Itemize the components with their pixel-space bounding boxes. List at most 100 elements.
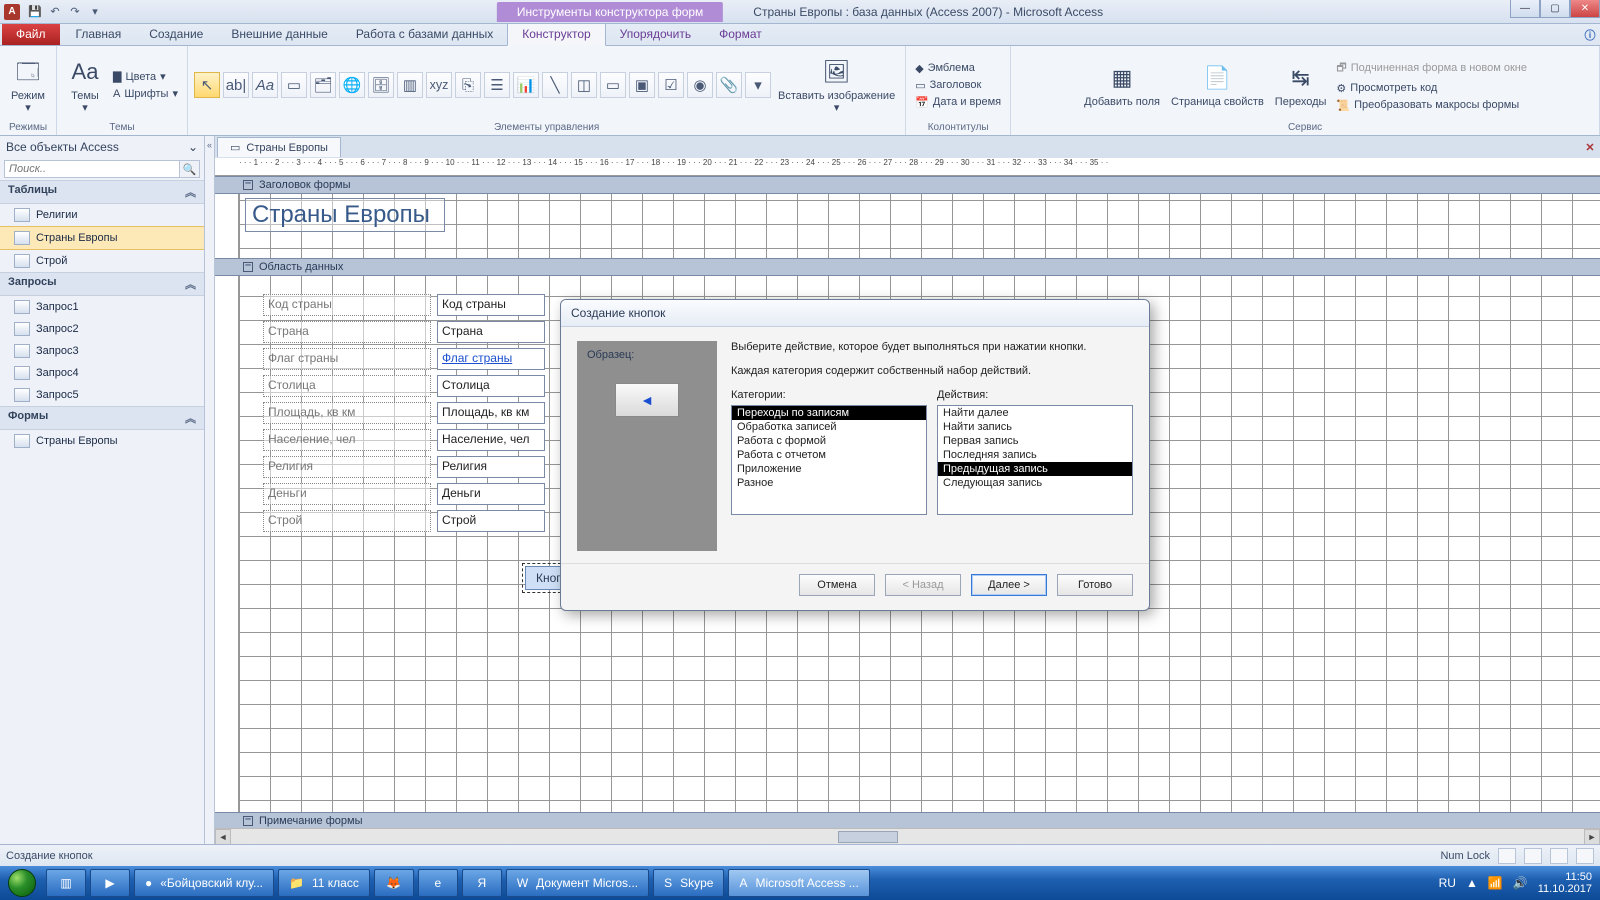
categories-listbox[interactable]: Переходы по записямОбработка записейРабо…	[731, 405, 927, 515]
control-textbox-icon[interactable]: ab|	[223, 72, 249, 98]
view-design-icon[interactable]	[1576, 848, 1594, 864]
control-toggle-icon[interactable]: ◫	[571, 72, 597, 98]
control-select-tool-icon[interactable]: ↖	[194, 72, 220, 98]
list-item[interactable]: Разное	[732, 476, 926, 490]
field-control[interactable]: Страна	[437, 321, 545, 343]
list-item[interactable]: Обработка записей	[732, 420, 926, 434]
button-view-mode[interactable]: 🗔Режим▾	[6, 54, 50, 116]
list-item[interactable]: Переходы по записям	[732, 406, 926, 420]
window-minimize-button[interactable]: —	[1510, 0, 1540, 18]
list-item[interactable]: Найти запись	[938, 420, 1132, 434]
list-item[interactable]: Первая запись	[938, 434, 1132, 448]
button-insert-image[interactable]: 🖼Вставить изображение▾	[774, 54, 899, 116]
taskbar-item[interactable]: AMicrosoft Access ...	[728, 869, 869, 897]
list-item[interactable]: Найти далее	[938, 406, 1132, 420]
button-property-sheet[interactable]: 📄Страница свойств	[1167, 60, 1268, 110]
nav-table-item[interactable]: Строй	[0, 250, 204, 272]
button-colors[interactable]: ▇Цвета ▾	[110, 69, 181, 84]
control-button-icon[interactable]: ▭	[281, 72, 307, 98]
taskbar-item[interactable]: e	[418, 869, 458, 897]
document-tab[interactable]: ▭Страны Европы	[217, 137, 341, 157]
search-input[interactable]	[4, 160, 180, 178]
field-control[interactable]: Население, чел	[437, 429, 545, 451]
taskbar-item[interactable]: WДокумент Micros...	[506, 869, 649, 897]
control-chart-icon[interactable]: 📊	[513, 72, 539, 98]
field-label[interactable]: Столица	[263, 375, 431, 397]
nav-query-item[interactable]: Запрос1	[0, 296, 204, 318]
nav-query-item[interactable]: Запрос2	[0, 318, 204, 340]
button-subform-new-window[interactable]: 🗗Подчиненная форма в новом окне	[1333, 58, 1530, 79]
control-combobox-icon[interactable]: ▥	[397, 72, 423, 98]
taskbar-pinned-media[interactable]: ▶	[90, 869, 130, 897]
control-line-icon[interactable]: ╲	[542, 72, 568, 98]
list-item[interactable]: Предыдущая запись	[938, 462, 1132, 476]
taskbar-item[interactable]: 📁11 класс	[278, 869, 370, 897]
tab-file[interactable]: Файл	[2, 23, 60, 45]
nav-query-item[interactable]: Запрос5	[0, 384, 204, 406]
control-option-group-icon[interactable]: xyz	[426, 72, 452, 98]
back-button[interactable]: < Назад	[885, 574, 961, 596]
taskbar-item[interactable]: SSkype	[653, 869, 724, 897]
button-convert-macros[interactable]: 📜Преобразовать макросы формы	[1333, 98, 1530, 113]
view-datasheet-icon[interactable]	[1524, 848, 1542, 864]
field-label[interactable]: Население, чел	[263, 429, 431, 451]
view-form-icon[interactable]	[1498, 848, 1516, 864]
qat-save-icon[interactable]: 💾	[26, 3, 44, 21]
control-label-icon[interactable]: Aa	[252, 72, 278, 98]
tab-dbtools[interactable]: Работа с базами данных	[342, 23, 507, 45]
tray-flag-icon[interactable]: ▲	[1466, 876, 1478, 890]
field-label[interactable]: Код страны	[263, 294, 431, 316]
field-control[interactable]: Деньги	[437, 483, 545, 505]
nav-form-item[interactable]: Страны Европы	[0, 430, 204, 452]
field-label[interactable]: Площадь, кв км	[263, 402, 431, 424]
taskbar-item[interactable]: Я	[462, 869, 502, 897]
nav-table-item[interactable]: Религии	[0, 204, 204, 226]
control-listbox-icon[interactable]: ☰	[484, 72, 510, 98]
control-insert-page-icon[interactable]: ⎘	[455, 72, 481, 98]
tab-arrange[interactable]: Упорядочить	[606, 23, 705, 45]
horizontal-scrollbar[interactable]: ◄ ►	[215, 828, 1600, 844]
tab-format[interactable]: Формат	[705, 23, 776, 45]
field-label[interactable]: Страна	[263, 321, 431, 343]
button-themes[interactable]: AaТемы▾	[63, 54, 107, 116]
field-label[interactable]: Деньги	[263, 483, 431, 505]
window-close-button[interactable]: ✕	[1570, 0, 1600, 18]
cancel-button[interactable]: Отмена	[799, 574, 875, 596]
nav-table-item[interactable]: Страны Европы	[0, 226, 204, 250]
list-item[interactable]: Приложение	[732, 462, 926, 476]
qat-undo-icon[interactable]: ↶	[46, 3, 64, 21]
field-label[interactable]: Строй	[263, 510, 431, 532]
qat-redo-icon[interactable]: ↷	[66, 3, 84, 21]
section-detail[interactable]: Область данных	[215, 258, 1600, 276]
control-tab-icon[interactable]: 🗂	[310, 72, 336, 98]
scroll-left-icon[interactable]: ◄	[215, 829, 231, 844]
field-control[interactable]: Флаг страны	[437, 348, 545, 370]
field-control[interactable]: Религия	[437, 456, 545, 478]
form-title-label[interactable]: Страны Европы	[245, 198, 445, 232]
list-item[interactable]: Работа с формой	[732, 434, 926, 448]
list-item[interactable]: Работа с отчетом	[732, 448, 926, 462]
control-unbound-obj-icon[interactable]: ▣	[629, 72, 655, 98]
section-form-footer[interactable]: Примечание формы	[215, 812, 1600, 828]
section-form-header[interactable]: Заголовок формы	[215, 176, 1600, 194]
view-layout-icon[interactable]	[1550, 848, 1568, 864]
qat-customize-icon[interactable]: ▾	[86, 3, 104, 21]
search-icon[interactable]: 🔍	[180, 160, 200, 178]
tab-design[interactable]: Конструктор	[507, 22, 605, 46]
scroll-thumb[interactable]	[838, 831, 898, 843]
field-control[interactable]: Столица	[437, 375, 545, 397]
scroll-right-icon[interactable]: ►	[1584, 829, 1600, 844]
button-view-code[interactable]: ⚙Просмотреть код	[1333, 81, 1530, 96]
tray-network-icon[interactable]: 📶	[1488, 876, 1503, 890]
nav-query-item[interactable]: Запрос4	[0, 362, 204, 384]
tab-home[interactable]: Главная	[62, 23, 136, 45]
nav-query-item[interactable]: Запрос3	[0, 340, 204, 362]
control-rectangle-icon[interactable]: ▭	[600, 72, 626, 98]
list-item[interactable]: Последняя запись	[938, 448, 1132, 462]
button-fonts[interactable]: AШрифты ▾	[110, 86, 181, 101]
field-label[interactable]: Флаг страны	[263, 348, 431, 370]
finish-button[interactable]: Готово	[1057, 574, 1133, 596]
button-tab-order[interactable]: ↹Переходы	[1271, 60, 1331, 110]
taskbar-item[interactable]: 🦊	[374, 869, 414, 897]
control-gallery-more-icon[interactable]: ▾	[745, 72, 771, 98]
